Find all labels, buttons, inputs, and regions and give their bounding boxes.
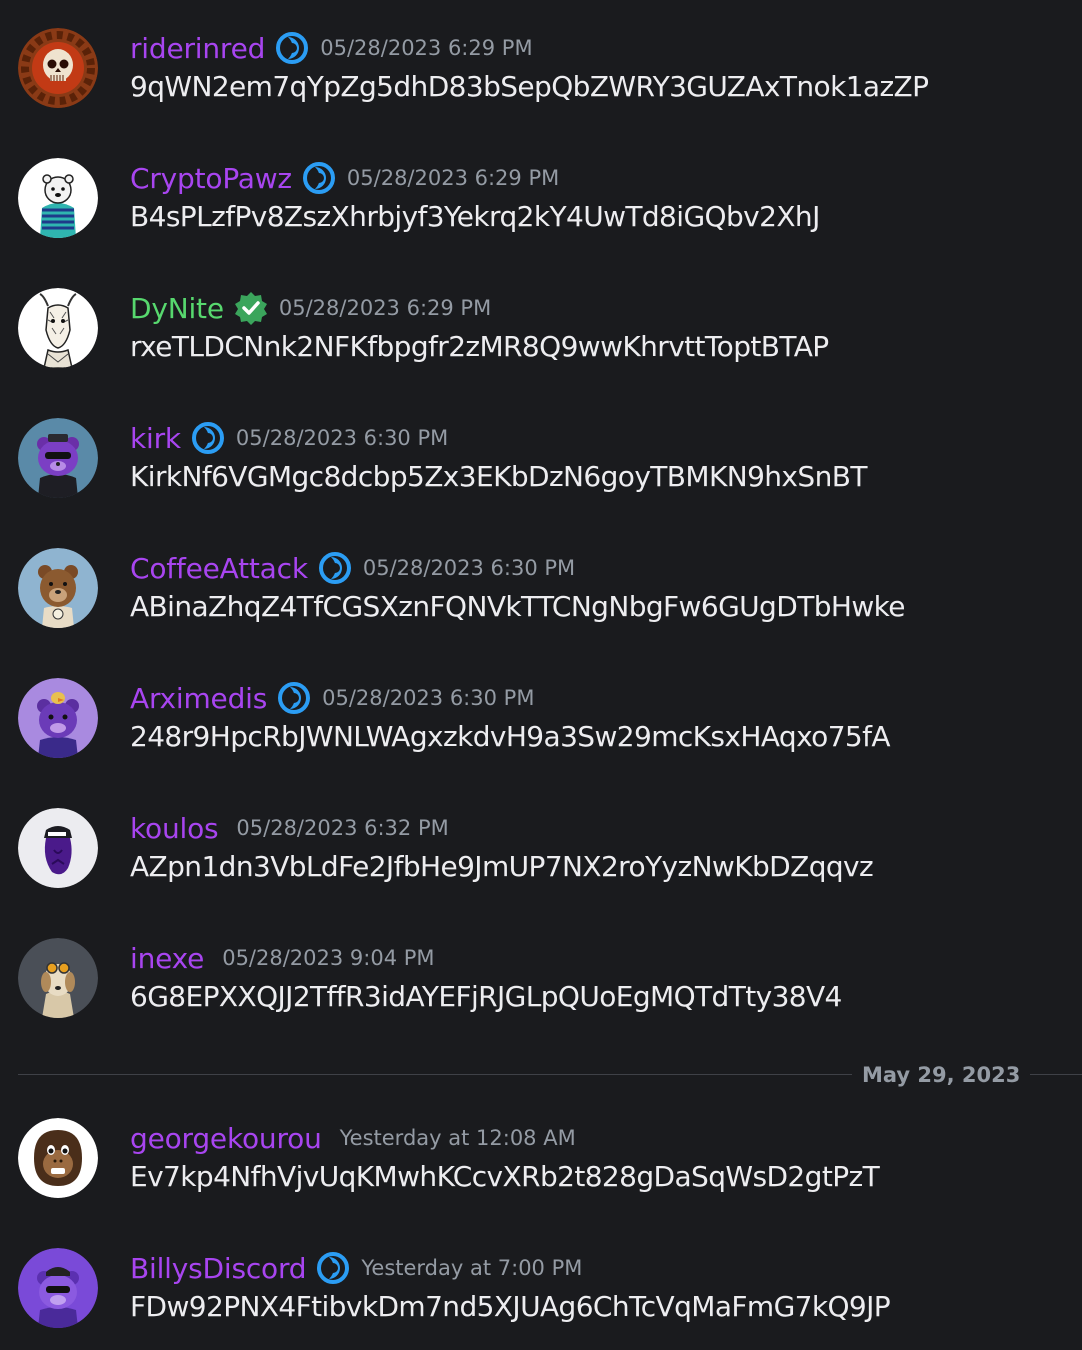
username[interactable]: Arximedis [130, 682, 267, 715]
message-item: koulos 05/28/2023 6:32 PM AZpn1dn3VbLdFe… [0, 780, 1082, 910]
message-content: 248r9HpcRbJWNLWAgxzkdvH9a3Sw29mcKsxHAqxo… [130, 720, 891, 753]
message-item: Arximedis 05/28/2023 6:30 PM 248r9HpcRbJ… [0, 650, 1082, 780]
timestamp[interactable]: 05/28/2023 6:30 PM [322, 686, 534, 710]
nitro-icon[interactable] [317, 550, 353, 586]
username[interactable]: kirk [130, 422, 181, 455]
avatar[interactable] [18, 938, 98, 1018]
message-header: georgekourou Yesterday at 12:08 AM [130, 1118, 576, 1158]
message-content: rxeTLDCNnk2NFKfbpgfr2zMR8Q9wwKhrvttToptB… [130, 330, 829, 363]
message-header: BillysDiscord Yesterday at 7:00 PM [130, 1248, 582, 1288]
purple-bear-chick-avatar [18, 678, 98, 758]
avatar[interactable] [18, 288, 98, 368]
message-content: 6G8EPXXQJJ2TffR3idAYEFjRJGLpQUoEgMQTdTty… [130, 980, 842, 1013]
username[interactable]: koulos [130, 812, 219, 845]
message-header: CryptoPawz 05/28/2023 6:29 PM [130, 158, 559, 198]
message-content: ABinaZhqZ4TfCGSXznFQNVkTTCNgNbgFw6GUgDTb… [130, 590, 905, 623]
dog-goggles-avatar [18, 938, 98, 1018]
nitro-icon[interactable] [276, 680, 312, 716]
message-content: AZpn1dn3VbLdFe2JfbHe9JmUP7NX2roYyzNwKbDZ… [130, 850, 874, 883]
avatar[interactable] [18, 158, 98, 238]
verified-icon[interactable] [233, 290, 269, 326]
purple-head-avatar [18, 808, 98, 888]
message-content: FDw92PNX4FtibvkDm7nd5XJUAg6ChTcVqMaFmG7k… [130, 1290, 891, 1323]
nitro-icon[interactable] [190, 420, 226, 456]
message-header: koulos 05/28/2023 6:32 PM [130, 808, 449, 848]
avatar[interactable] [18, 808, 98, 888]
message-content: Ev7kp4NfhVjvUqKMwhKCcvXRb2t828gDaSqWsD2g… [130, 1160, 880, 1193]
message-item: DyNite 05/28/2023 6:29 PM rxeTLDCNnk2NFK… [0, 260, 1082, 390]
message-content: KirkNf6VGMgc8dcbp5Zx3EKbDzN6goyTBMKN9hxS… [130, 460, 867, 493]
brown-bear-avatar [18, 548, 98, 628]
timestamp[interactable]: 05/28/2023 6:30 PM [236, 426, 448, 450]
message-item: inexe 05/28/2023 9:04 PM 6G8EPXXQJJ2TffR… [0, 910, 1082, 1040]
nitro-icon[interactable] [315, 1250, 351, 1286]
goat-sketch-avatar [18, 288, 98, 368]
message-header: Arximedis 05/28/2023 6:30 PM [130, 678, 534, 718]
bear-hoodie-avatar [18, 158, 98, 238]
message-header: kirk 05/28/2023 6:30 PM [130, 418, 448, 458]
avatar[interactable] [18, 28, 98, 108]
message-content: B4sPLzfPv8ZszXhrbjyf3Yekrq2kY4UwTd8iGQbv… [130, 200, 820, 233]
nitro-icon[interactable] [274, 30, 310, 66]
message-item: BillysDiscord Yesterday at 7:00 PM FDw92… [0, 1220, 1082, 1350]
timestamp[interactable]: 05/28/2023 9:04 PM [222, 946, 434, 970]
timestamp[interactable]: 05/28/2023 6:29 PM [279, 296, 491, 320]
username[interactable]: riderinred [130, 32, 265, 65]
message-header: inexe 05/28/2023 9:04 PM [130, 938, 435, 978]
message-item: riderinred 05/28/2023 6:29 PM 9qWN2em7qY… [0, 0, 1082, 130]
message-header: riderinred 05/28/2023 6:29 PM [130, 28, 533, 68]
skull-avatar [18, 28, 98, 108]
username[interactable]: inexe [130, 942, 204, 975]
username[interactable]: CoffeeAttack [130, 552, 308, 585]
timestamp[interactable]: Yesterday at 7:00 PM [361, 1256, 582, 1280]
timestamp[interactable]: 05/28/2023 6:29 PM [320, 36, 532, 60]
avatar[interactable] [18, 548, 98, 628]
message-item: CryptoPawz 05/28/2023 6:29 PM B4sPLzfPv8… [0, 130, 1082, 260]
timestamp[interactable]: Yesterday at 12:08 AM [340, 1126, 576, 1150]
username[interactable]: DyNite [130, 292, 224, 325]
timestamp[interactable]: 05/28/2023 6:32 PM [236, 816, 448, 840]
avatar[interactable] [18, 1248, 98, 1328]
timestamp[interactable]: 05/28/2023 6:29 PM [347, 166, 559, 190]
avatar[interactable] [18, 418, 98, 498]
monkey-avatar [18, 1118, 98, 1198]
message-header: CoffeeAttack 05/28/2023 6:30 PM [130, 548, 575, 588]
date-divider-label: May 29, 2023 [852, 1060, 1031, 1090]
username[interactable]: georgekourou [130, 1122, 322, 1155]
username[interactable]: CryptoPawz [130, 162, 292, 195]
message-item: kirk 05/28/2023 6:30 PM KirkNf6VGMgc8dcb… [0, 390, 1082, 520]
message-header: DyNite 05/28/2023 6:29 PM [130, 288, 491, 328]
message-item: georgekourou Yesterday at 12:08 AM Ev7kp… [0, 1090, 1082, 1220]
purple-bear-hat-avatar [18, 1248, 98, 1328]
timestamp[interactable]: 05/28/2023 6:30 PM [363, 556, 575, 580]
message-item: CoffeeAttack 05/28/2023 6:30 PM ABinaZhq… [0, 520, 1082, 650]
avatar[interactable] [18, 678, 98, 758]
message-content: 9qWN2em7qYpZg5dhD83bSepQbZWRY3GUZAxTnok1… [130, 70, 929, 103]
username[interactable]: BillysDiscord [130, 1252, 307, 1285]
nitro-icon[interactable] [301, 160, 337, 196]
purple-bear-avatar [18, 418, 98, 498]
avatar[interactable] [18, 1118, 98, 1198]
